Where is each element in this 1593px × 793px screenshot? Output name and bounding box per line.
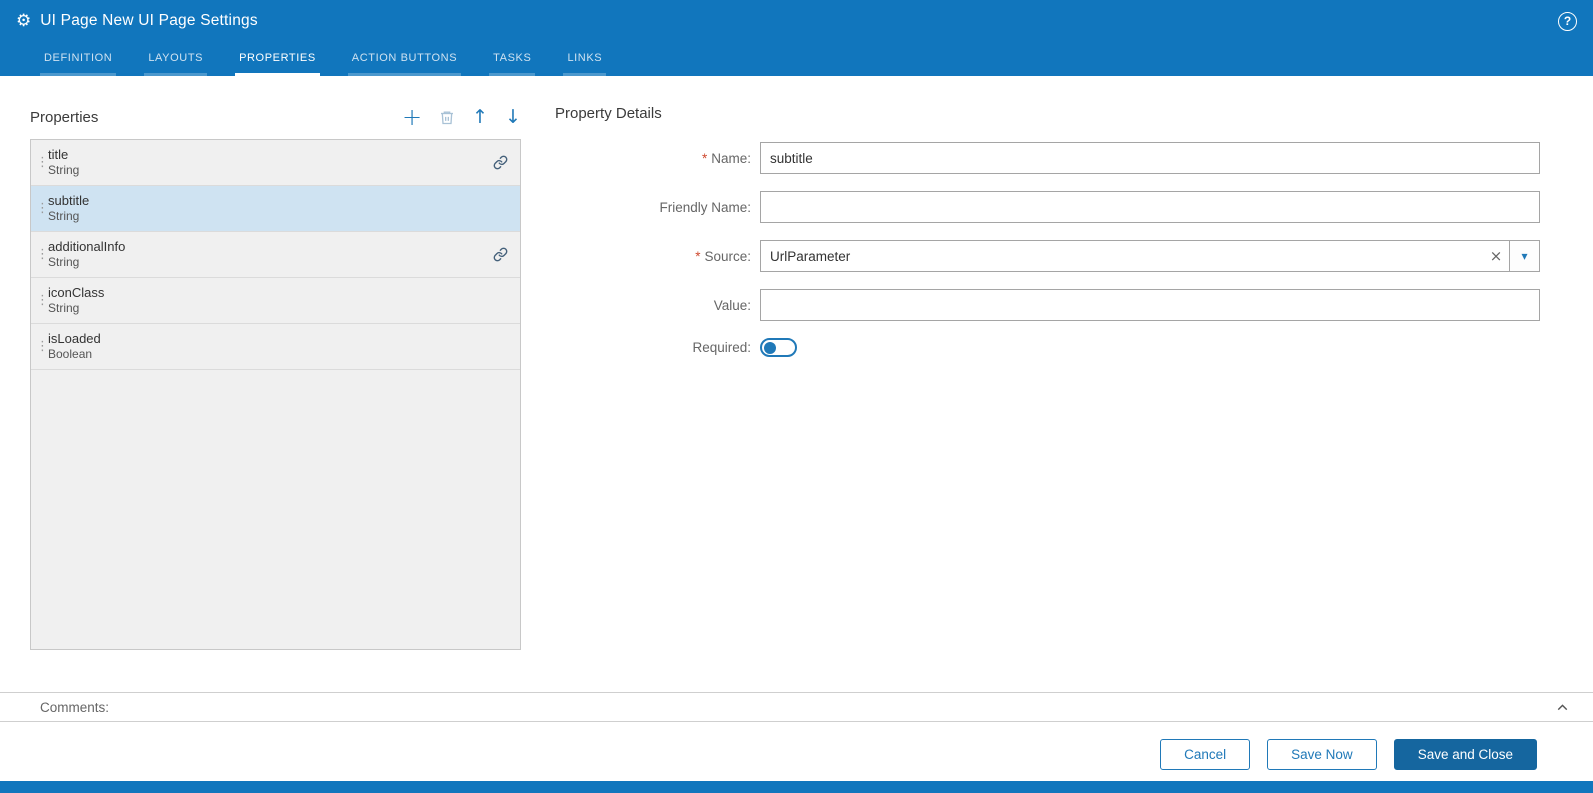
name-input[interactable] xyxy=(760,142,1540,174)
property-texts: additionalInfo String xyxy=(48,239,125,270)
trash-icon xyxy=(441,111,454,124)
property-details-title: Property Details xyxy=(555,105,662,122)
tab-bar: DEFINITION LAYOUTS PROPERTIES ACTION BUT… xyxy=(0,42,1593,76)
chevron-down-icon: ▾ xyxy=(1521,249,1528,263)
property-type: Boolean xyxy=(48,347,93,362)
value-input[interactable] xyxy=(760,289,1540,321)
property-texts: title String xyxy=(48,147,79,178)
clear-source-icon[interactable]: × xyxy=(1483,247,1509,265)
settings-gear-icon: ⚙ xyxy=(16,10,32,31)
property-name: title xyxy=(48,146,69,162)
required-marker: * xyxy=(701,150,708,166)
drag-handle-icon[interactable]: ⋮ xyxy=(36,247,49,262)
name-field-row: * Name: xyxy=(555,142,1540,174)
bottom-accent-strip xyxy=(0,781,1593,793)
source-field-row: *Source: × ▾ xyxy=(555,240,1540,272)
footer-actions: Cancel Save Now Save and Close xyxy=(1160,739,1537,770)
required-marker: * xyxy=(695,248,701,264)
delete-property-button[interactable] xyxy=(439,109,455,126)
required-field-row: Required: xyxy=(555,338,1540,357)
tab-links[interactable]: LINKS xyxy=(563,52,607,76)
property-type: String xyxy=(48,163,80,178)
link-icon xyxy=(493,247,508,262)
properties-toolbar: + ↑ ↓ xyxy=(402,105,521,129)
properties-panel: Properties + ↑ ↓ ⋮ title String ⋮ subtit… xyxy=(30,105,521,650)
property-texts: subtitle String xyxy=(48,193,89,224)
property-list-item-subtitle[interactable]: ⋮ subtitle String xyxy=(31,186,520,232)
property-list-item-iconclass[interactable]: ⋮ iconClass String xyxy=(31,278,520,324)
required-label: Required: xyxy=(692,340,751,355)
chevron-up-icon xyxy=(1557,703,1568,710)
drag-handle-icon[interactable]: ⋮ xyxy=(36,155,49,170)
comments-bar: Comments: xyxy=(0,692,1593,722)
save-now-button[interactable]: Save Now xyxy=(1267,739,1377,770)
drag-handle-icon[interactable]: ⋮ xyxy=(36,201,49,216)
properties-panel-title: Properties xyxy=(30,108,99,126)
property-details-panel: Property Details *Name: Friendly Name: *… xyxy=(555,105,1540,374)
source-combobox[interactable]: × ▾ xyxy=(760,240,1540,272)
toggle-knob xyxy=(764,341,776,354)
source-label: * Source: xyxy=(695,248,751,264)
collapse-comments-button[interactable] xyxy=(1554,699,1571,716)
source-input[interactable] xyxy=(761,241,1483,271)
name-label: * Name: xyxy=(701,150,751,166)
source-dropdown-button[interactable]: ▾ xyxy=(1509,241,1539,271)
title-row: ⚙ UI Page New UI Page Settings ? xyxy=(0,0,1593,42)
add-property-button[interactable]: + xyxy=(402,105,422,129)
tab-layouts[interactable]: LAYOUTS xyxy=(144,52,208,76)
required-toggle[interactable] xyxy=(760,338,797,357)
top-bar: ⚙ UI Page New UI Page Settings ? DEFINIT… xyxy=(0,0,1593,76)
property-type: String xyxy=(48,255,80,270)
drag-handle-icon[interactable]: ⋮ xyxy=(36,293,49,308)
tab-tasks[interactable]: TASKS xyxy=(489,52,536,76)
tab-action-buttons[interactable]: ACTION BUTTONS xyxy=(347,52,462,76)
property-type: String xyxy=(48,209,80,224)
comments-label: Comments: xyxy=(40,699,110,715)
tab-definition[interactable]: DEFINITION xyxy=(40,52,117,76)
property-list: ⋮ title String ⋮ subtitle String ⋮ addit… xyxy=(30,139,521,650)
friendly-name-field-row: Friendly Name: xyxy=(555,191,1540,223)
property-texts: isLoaded Boolean xyxy=(48,331,101,362)
property-name: iconClass xyxy=(48,284,105,300)
friendly-name-label: Friendly Name: xyxy=(659,199,751,215)
property-name: subtitle xyxy=(48,192,90,208)
property-list-item-title[interactable]: ⋮ title String xyxy=(31,140,520,186)
properties-panel-header: Properties + ↑ ↓ xyxy=(30,105,521,129)
value-field-row: Value: xyxy=(555,289,1540,321)
property-type: String xyxy=(48,301,80,316)
value-label: Value: xyxy=(713,297,751,313)
property-name: isLoaded xyxy=(48,330,101,346)
cancel-button[interactable]: Cancel xyxy=(1160,739,1251,770)
move-down-button[interactable]: ↓ xyxy=(505,107,521,127)
help-icon[interactable]: ? xyxy=(1558,11,1577,31)
tab-properties[interactable]: PROPERTIES xyxy=(235,52,320,76)
property-list-item-additionalinfo[interactable]: ⋮ additionalInfo String xyxy=(31,232,520,278)
save-and-close-button[interactable]: Save and Close xyxy=(1393,739,1537,770)
link-icon xyxy=(493,155,508,170)
drag-handle-icon[interactable]: ⋮ xyxy=(36,339,49,354)
move-up-button[interactable]: ↑ xyxy=(472,107,488,127)
friendly-name-input[interactable] xyxy=(760,191,1540,223)
property-texts: iconClass String xyxy=(48,285,104,316)
property-name: additionalInfo xyxy=(48,238,126,254)
property-list-item-isloaded[interactable]: ⋮ isLoaded Boolean xyxy=(31,324,520,370)
page-title: UI Page New UI Page Settings xyxy=(40,12,258,29)
